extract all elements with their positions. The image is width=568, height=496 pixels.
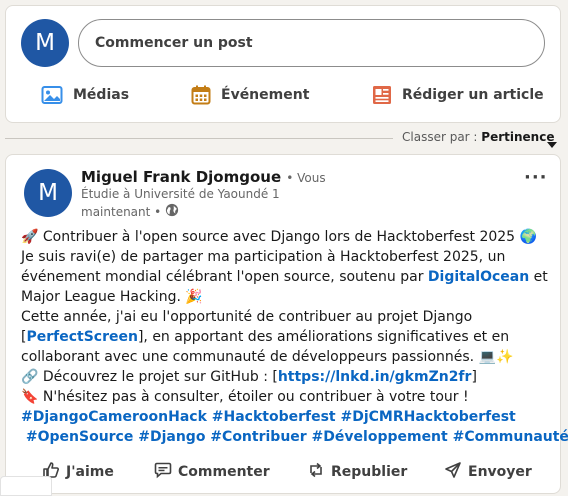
globe-icon xyxy=(165,203,179,220)
repost-button[interactable]: Republier xyxy=(307,461,407,483)
overlay-panel-edge xyxy=(0,476,52,496)
send-label: Envoyer xyxy=(468,464,532,480)
post-line: Cette année, j'ai eu l'opportunité de co… xyxy=(21,309,473,325)
post-time: maintenant • xyxy=(81,204,162,219)
comment-icon xyxy=(154,461,172,483)
author-name[interactable]: Miguel Frank Djomgoue xyxy=(81,168,281,186)
github-link[interactable]: https://lnkd.in/gkmZn2fr xyxy=(278,369,472,385)
post-line: [PerfectScreen], en apportant des amélio… xyxy=(21,329,510,345)
caret-down-icon[interactable] xyxy=(547,134,557,153)
hashtags[interactable]: #DjangoCameroonHack #Hacktoberfest #DjCM… xyxy=(21,407,549,427)
post-actions: J'aime Commenter Republier Envoyer xyxy=(6,457,562,483)
avatar[interactable]: M xyxy=(21,19,69,67)
comment-label: Commenter xyxy=(178,464,270,480)
feed-sort-bar: Classer par : Pertinence xyxy=(5,128,561,148)
write-article-button[interactable]: Rédiger un article xyxy=(372,81,544,109)
event-button[interactable]: Événement xyxy=(191,81,309,109)
post-line: Major League Hacking. 🎉 xyxy=(21,289,203,305)
article-icon xyxy=(372,85,392,105)
start-post-input[interactable]: Commencer un post xyxy=(78,19,545,67)
like-label: J'aime xyxy=(66,464,114,480)
post-line: 🚀 Contribuer à l'open source avec Django… xyxy=(21,229,537,245)
post-composer: M Commencer un post Médias Événement Réd… xyxy=(5,5,561,123)
more-icon[interactable]: ··· xyxy=(524,167,548,188)
feed-post: M Miguel Frank Djomgoue • Vous Étudie à … xyxy=(5,154,568,494)
post-line: 🔗 Découvrez le projet sur GitHub : [http… xyxy=(21,369,477,385)
post-line: événement mondial célébrant l'open sourc… xyxy=(21,269,548,285)
media-button[interactable]: Médias xyxy=(41,81,129,109)
send-button[interactable]: Envoyer xyxy=(444,461,532,483)
start-post-label: Commencer un post xyxy=(95,35,253,51)
sort-label: Classer par : xyxy=(402,130,478,144)
author-relation: • Vous xyxy=(286,171,326,185)
mention-link[interactable]: PerfectScreen xyxy=(26,329,137,345)
mention-link[interactable]: DigitalOcean xyxy=(428,269,529,285)
sort-value: Pertinence xyxy=(481,130,555,144)
repost-icon xyxy=(307,461,325,483)
article-label: Rédiger un article xyxy=(402,87,544,103)
repost-label: Republier xyxy=(331,464,408,480)
author-line: Miguel Frank Djomgoue • Vous xyxy=(81,167,326,186)
media-label: Médias xyxy=(73,87,130,103)
post-meta: maintenant • xyxy=(81,203,179,220)
avatar-initial: M xyxy=(38,180,58,206)
post-line: 🔖 N'hésitez pas à consulter, étoiler ou … xyxy=(21,389,469,405)
event-label: Événement xyxy=(221,87,310,103)
post-body: 🚀 Contribuer à l'open source avec Django… xyxy=(21,227,568,447)
like-button[interactable]: J'aime xyxy=(42,461,114,483)
hashtags[interactable]: #OpenSource #Django #Contribuer #Dévelop… xyxy=(21,427,568,447)
sort-dropdown[interactable]: Classer par : Pertinence xyxy=(402,130,554,144)
avatar-initial: M xyxy=(35,30,55,56)
divider xyxy=(5,138,393,139)
send-icon xyxy=(444,461,462,483)
author-headline: Étudie à Université de Yaoundé 1 xyxy=(81,187,280,201)
post-line: Je suis ravi(e) de partager ma participa… xyxy=(21,249,506,265)
comment-button[interactable]: Commenter xyxy=(154,461,270,483)
calendar-icon xyxy=(191,85,211,105)
post-line: collaborant avec une communauté de dével… xyxy=(21,349,514,365)
author-avatar[interactable]: M xyxy=(24,169,72,217)
image-icon xyxy=(41,85,63,105)
